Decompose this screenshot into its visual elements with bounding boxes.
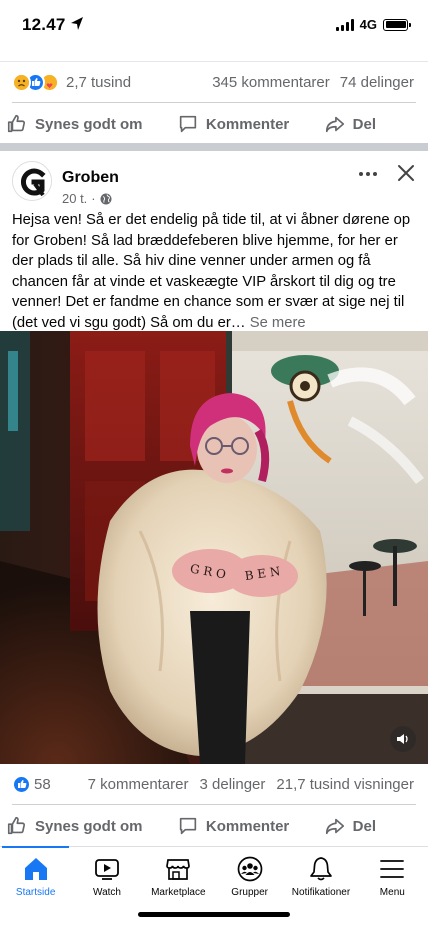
like-button[interactable]: Synes godt om: [6, 113, 143, 135]
speaker-icon: [397, 734, 408, 744]
views-count: 21,7 tusind visninger: [276, 775, 414, 793]
reactions-count[interactable]: 58: [34, 776, 51, 793]
nav-menu[interactable]: Menu: [357, 847, 428, 902]
post-time[interactable]: 20 t.: [62, 191, 87, 206]
sad-reaction-icon: [12, 72, 31, 92]
reaction-icons: [12, 72, 59, 92]
nav-label: Menu: [379, 887, 405, 898]
thumbs-up-icon: [7, 816, 25, 835]
post-author-name[interactable]: Groben: [62, 169, 119, 187]
post-body: Hejsa ven! Så er det endelig på tide til…: [12, 210, 416, 333]
see-more-link[interactable]: Se mere: [250, 315, 306, 331]
bell-icon: [310, 857, 332, 881]
comments-count[interactable]: 7 kommentarer: [88, 776, 189, 793]
volume-toggle-button[interactable]: [390, 726, 416, 752]
share-button[interactable]: Del: [324, 113, 376, 135]
nav-notifikationer[interactable]: Notifikationer: [285, 847, 356, 902]
bottom-navigation: Startside Watch Marketplace Grupper Noti…: [0, 846, 428, 902]
more-options-button[interactable]: [356, 166, 380, 182]
reaction-icons: [12, 774, 31, 794]
nav-label: Watch: [93, 887, 121, 898]
reactions-count[interactable]: 2,7 tusind: [66, 74, 131, 91]
previous-post-tail: [0, 50, 428, 62]
nav-label: Startside: [15, 887, 56, 898]
post-reactions-row[interactable]: 58 7 kommentarer 3 delinger 21,7 tusind …: [0, 764, 428, 804]
comments-count[interactable]: 345 kommentarer: [212, 74, 330, 91]
like-label: Synes godt om: [35, 115, 143, 133]
share-label: Del: [352, 115, 376, 133]
thumbs-up-icon: [7, 114, 25, 133]
previous-post-reactions-row[interactable]: 2,7 tusind 345 kommentarer 74 delinger: [0, 62, 428, 102]
nav-grupper[interactable]: Grupper: [214, 847, 285, 902]
feed-separator: [0, 143, 428, 151]
nav-watch[interactable]: Watch: [71, 847, 142, 902]
post-photo[interactable]: G R O B E N: [0, 331, 428, 764]
shares-count[interactable]: 3 delinger: [200, 776, 266, 793]
post-photo-illustration: G R O B E N: [0, 331, 428, 764]
post-meta: 20 t. ·: [62, 191, 112, 206]
close-icon[interactable]: [396, 163, 416, 183]
groben-logo-icon: [13, 162, 51, 200]
home-indicator[interactable]: [138, 912, 290, 917]
status-bar: 12.47 4G: [0, 0, 428, 50]
network-type: 4G: [359, 17, 377, 32]
shares-count[interactable]: 74 delinger: [340, 74, 414, 91]
status-time: 12.47: [22, 15, 66, 34]
status-indicators: 4G: [335, 17, 411, 32]
nav-label: Marketplace: [151, 887, 206, 898]
like-reaction-icon: [12, 774, 31, 794]
signal-icon: [335, 18, 354, 31]
like-label: Synes godt om: [35, 817, 143, 835]
comment-icon: [179, 115, 197, 133]
share-button[interactable]: Del: [324, 815, 376, 837]
nav-label: Grupper: [231, 887, 268, 898]
watch-icon: [95, 859, 119, 880]
like-button[interactable]: Synes godt om: [6, 815, 143, 837]
comment-label: Kommenter: [205, 115, 290, 133]
globe-icon: [100, 193, 112, 204]
comment-icon: [179, 817, 197, 835]
battery-icon: [383, 18, 411, 31]
comment-label: Kommenter: [205, 817, 290, 835]
marketplace-icon: [166, 859, 191, 880]
share-label: Del: [352, 817, 376, 835]
post-text: Hejsa ven! Så er det endelig på tide til…: [12, 212, 411, 331]
nav-marketplace[interactable]: Marketplace: [143, 847, 214, 902]
location-arrow-icon: [71, 17, 83, 30]
groups-icon: [237, 856, 262, 882]
previous-post-actions: Synes godt om Kommenter Del: [0, 102, 428, 146]
nav-startside[interactable]: Startside: [0, 846, 71, 902]
home-icon: [24, 858, 47, 880]
menu-icon: [380, 860, 405, 878]
share-icon: [325, 818, 344, 835]
author-avatar[interactable]: [12, 161, 52, 201]
comment-button[interactable]: Kommenter: [177, 815, 289, 837]
share-icon: [325, 116, 344, 133]
nav-label: Notifikationer: [291, 887, 351, 898]
post-actions: Synes godt om Kommenter Del: [0, 804, 428, 848]
comment-button[interactable]: Kommenter: [177, 113, 289, 135]
meta-separator: ·: [91, 191, 96, 206]
